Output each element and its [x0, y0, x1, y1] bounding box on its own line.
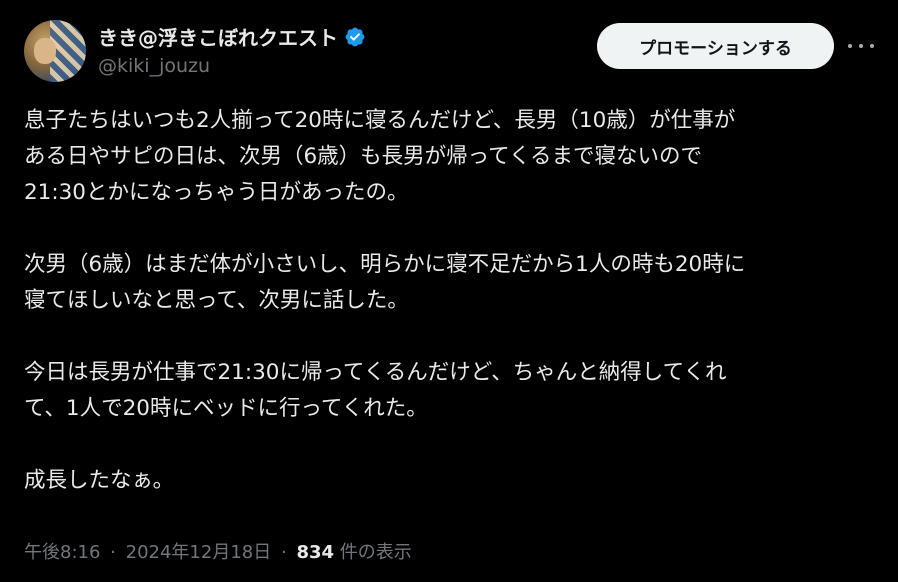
- tweet-paragraph-3: 今日は長男が仕事で21:30に帰ってくるんだけど、ちゃんと納得してくれ て、1人…: [24, 355, 884, 427]
- text-line: 寝てほしいなと思って、次男に話した。: [24, 288, 409, 313]
- tweet: きき@浮きこぼれクエスト @kiki_jouzu プロモーションする 息子たちは…: [0, 0, 898, 582]
- more-dot: [848, 44, 852, 48]
- promote-button[interactable]: プロモーションする: [597, 23, 834, 69]
- text-line: ある日やサピの日は、次男（6歳）も長男が帰ってくるまで寝ないので: [24, 144, 703, 169]
- author-name-row: きき@浮きこぼれクエスト: [98, 22, 366, 51]
- text-line: 今日は長男が仕事で21:30に帰ってくるんだけど、ちゃんと納得してくれ: [24, 360, 727, 385]
- author-display-name[interactable]: きき@浮きこぼれクエスト: [98, 22, 338, 51]
- verified-badge-icon: [345, 27, 365, 46]
- author-handle[interactable]: @kiki_jouzu: [98, 55, 210, 77]
- more-dot: [859, 44, 863, 48]
- avatar-face: [34, 38, 56, 64]
- text-line: て、1人で20時にベッドに行ってくれた。: [24, 396, 428, 421]
- meta-separator: ·: [110, 542, 116, 563]
- text-line: 成長したなぁ。: [24, 468, 175, 493]
- more-horizontal-icon[interactable]: [848, 34, 874, 58]
- tweet-text: 息子たちはいつも2人揃って20時に寝るんだけど、長男（10歳）が仕事が ある日や…: [24, 103, 884, 499]
- avatar[interactable]: [24, 20, 86, 82]
- tweet-time[interactable]: 午後8:16: [24, 542, 100, 563]
- tweet-paragraph-1: 息子たちはいつも2人揃って20時に寝るんだけど、長男（10歳）が仕事が ある日や…: [24, 103, 884, 211]
- tweet-paragraph-4: 成長したなぁ。: [24, 463, 884, 499]
- tweet-paragraph-2: 次男（6歳）はまだ体が小さいし、明らかに寝不足だから1人の時も20時に 寝てほし…: [24, 247, 884, 319]
- text-line: 次男（6歳）はまだ体が小さいし、明らかに寝不足だから1人の時も20時に: [24, 252, 746, 277]
- views-label: 件の表示: [339, 542, 412, 563]
- more-dot: [870, 44, 874, 48]
- meta-separator: ·: [280, 542, 287, 563]
- text-line: 21:30とかになっちゃう日があったの。: [24, 180, 409, 205]
- views-count[interactable]: 834: [296, 542, 334, 563]
- tweet-date[interactable]: 2024年12月18日: [126, 542, 272, 563]
- tweet-meta: 午後8:16 · 2024年12月18日 · 834 件の表示: [24, 538, 412, 564]
- text-line: 息子たちはいつも2人揃って20時に寝るんだけど、長男（10歳）が仕事が: [24, 108, 736, 133]
